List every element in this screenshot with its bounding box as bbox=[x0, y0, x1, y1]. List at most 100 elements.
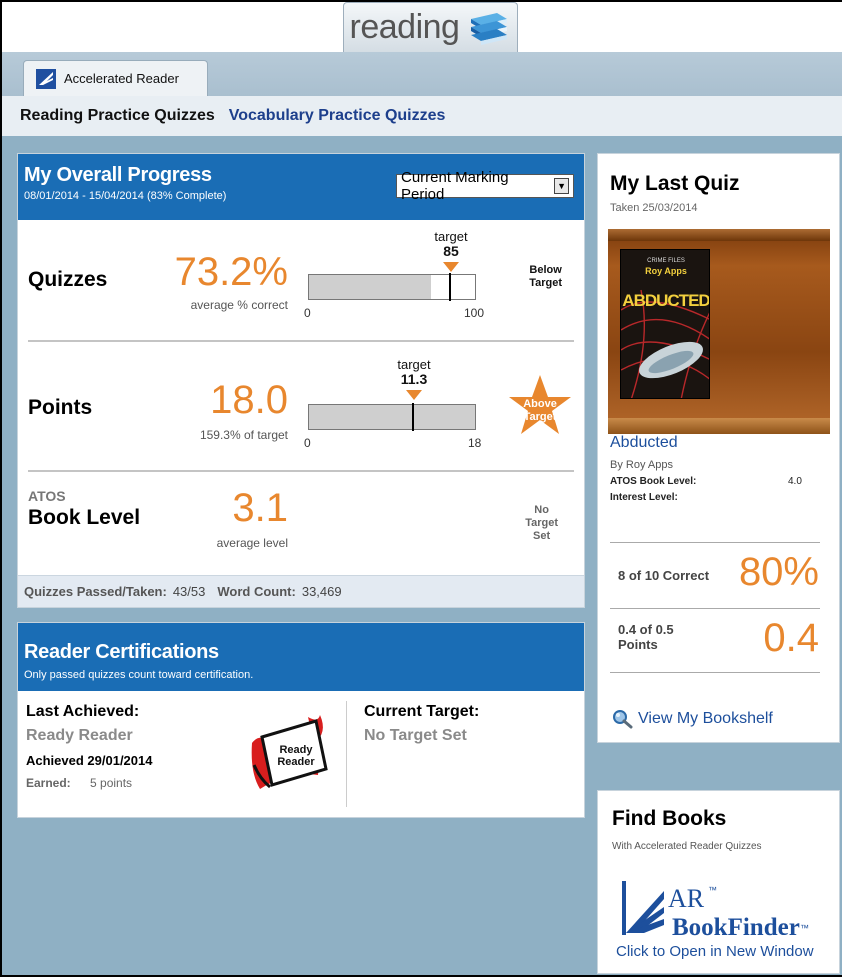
book-shelf: CRIME FILES Roy Apps ABDUCTED bbox=[608, 229, 830, 434]
cover-title: ABDUCTED bbox=[622, 291, 710, 310]
points-status: Above Target bbox=[510, 398, 570, 424]
book-level-status-line3: Set bbox=[533, 530, 551, 542]
book-level-row: ATOS Book Level 3.1 average level No Tar… bbox=[18, 474, 584, 574]
row-divider bbox=[28, 470, 574, 472]
book-level-status-line2: Target bbox=[525, 517, 558, 529]
marking-period-select[interactable]: Current Marking Period ▼ bbox=[396, 169, 574, 203]
points-earned-value: 0.4 bbox=[763, 616, 819, 660]
logo-ar-tm: ™ bbox=[708, 885, 717, 895]
last-achieved-level: Ready Reader bbox=[26, 727, 133, 744]
last-quiz-taken: Taken 25/03/2014 bbox=[610, 202, 698, 214]
cover-series: CRIME FILES bbox=[647, 258, 685, 264]
book-level-caption: average level bbox=[216, 536, 288, 550]
book-level-status: No Target Set bbox=[525, 504, 558, 543]
app-tab-strip: Accelerated Reader bbox=[2, 52, 842, 96]
quizzes-passed-label: Quizzes Passed/Taken: bbox=[24, 584, 167, 599]
certifications-divider bbox=[346, 701, 347, 807]
book-cover-art: CRIME FILES Roy Apps ABDUCTED bbox=[621, 250, 710, 398]
correct-label: 8 of 10 Correct bbox=[618, 568, 710, 583]
progress-footer: Quizzes Passed/Taken: 43/53 Word Count: … bbox=[18, 575, 584, 607]
marking-period-value: Current Marking Period bbox=[401, 169, 509, 203]
quizzes-status-line1: Below bbox=[529, 264, 562, 276]
last-achieved-block: Last Achieved: Ready Reader Achieved 29/… bbox=[26, 703, 152, 790]
bookfinder-logo-icon[interactable]: AR ™ BookFinder ™ bbox=[620, 871, 820, 941]
quizzes-target-word: target bbox=[434, 229, 468, 244]
correct-percent: 80% bbox=[738, 550, 819, 594]
points-axis-max: 18 bbox=[468, 436, 482, 450]
points-status-line1: Above bbox=[523, 398, 557, 410]
quizzes-caption: average % correct bbox=[190, 298, 288, 312]
earned-label: Earned: bbox=[26, 776, 71, 790]
nav-reading-practice-quizzes[interactable]: Reading Practice Quizzes bbox=[20, 107, 215, 125]
points-progress-fill bbox=[309, 405, 475, 429]
logo-bookfinder-tm: ™ bbox=[800, 923, 809, 933]
view-bookshelf-label: View My Bookshelf bbox=[638, 710, 773, 727]
points-target-label: target 11.3 bbox=[384, 357, 444, 387]
reader-certifications-panel: Reader Certifications Only passed quizze… bbox=[17, 622, 585, 818]
magnifier-icon bbox=[613, 710, 633, 729]
current-target-block: Current Target: No Target Set bbox=[364, 703, 479, 745]
shelf-top bbox=[608, 229, 830, 241]
tab-accelerated-reader-label: Accelerated Reader bbox=[64, 71, 179, 86]
last-quiz-book-title[interactable]: Abducted bbox=[610, 434, 678, 452]
last-quiz-author: By Roy Apps bbox=[610, 459, 673, 471]
quizzes-axis-max: 100 bbox=[464, 306, 485, 320]
reading-tab-label: reading bbox=[349, 8, 460, 46]
points-axis-min: 0 bbox=[304, 436, 311, 450]
certifications-header: Reader Certifications Only passed quizze… bbox=[18, 623, 584, 691]
points-target-word: target bbox=[397, 357, 431, 372]
find-books-panel: Find Books With Accelerated Reader Quizz… bbox=[597, 790, 840, 974]
points-target-value: 11.3 bbox=[400, 371, 428, 387]
points-progress-bar bbox=[308, 403, 476, 431]
certificate-badge-icon: Ready Reader bbox=[251, 715, 328, 789]
dropdown-arrow-icon[interactable]: ▼ bbox=[554, 178, 569, 194]
points-earned-label-line2: Points bbox=[618, 637, 658, 652]
quiz-type-nav: Reading Practice Quizzes Vocabulary Prac… bbox=[2, 96, 842, 136]
points-status-line2: Target bbox=[523, 411, 557, 423]
badge-text-reader: Reader bbox=[277, 756, 315, 768]
quizzes-target-tick bbox=[449, 273, 451, 301]
atos-label: ATOS bbox=[28, 488, 66, 504]
cover-author: Roy Apps bbox=[645, 266, 687, 276]
earned-row: Earned: 5 points bbox=[26, 776, 152, 790]
points-earned-label-line1: 0.4 of 0.5 bbox=[618, 622, 674, 637]
last-quiz-title: My Last Quiz bbox=[610, 172, 740, 195]
points-caption: 159.3% of target bbox=[199, 428, 288, 442]
atos-level-row: ATOS Book Level: 4.0 bbox=[610, 476, 802, 487]
book-cover[interactable]: CRIME FILES Roy Apps ABDUCTED bbox=[620, 249, 710, 399]
books-icon bbox=[471, 12, 508, 45]
tab-accelerated-reader[interactable]: Accelerated Reader bbox=[23, 60, 208, 96]
word-count-label: Word Count: bbox=[217, 584, 296, 599]
quizzes-progress-bar bbox=[308, 273, 476, 301]
nav-vocabulary-practice-quizzes[interactable]: Vocabulary Practice Quizzes bbox=[229, 107, 446, 125]
target-marker-icon bbox=[443, 262, 459, 272]
atos-level-label: ATOS Book Level: bbox=[610, 476, 697, 487]
last-quiz-panel: My Last Quiz Taken 25/03/2014 CRIME FILE… bbox=[597, 153, 840, 743]
view-bookshelf-link[interactable]: View My Bookshelf bbox=[612, 709, 773, 729]
row-divider bbox=[28, 340, 574, 342]
last-quiz-divider bbox=[610, 542, 820, 543]
current-target-label: Current Target: bbox=[364, 703, 480, 720]
overall-progress-panel: My Overall Progress 08/01/2014 - 15/04/2… bbox=[17, 153, 585, 608]
achieved-date: Achieved 29/01/2014 bbox=[26, 753, 153, 768]
atos-level-value: 4.0 bbox=[788, 476, 802, 487]
quizzes-status: Below Target bbox=[529, 264, 562, 290]
find-books-subtitle: With Accelerated Reader Quizzes bbox=[612, 841, 762, 852]
earned-value: 5 points bbox=[90, 776, 133, 790]
interest-level-label: Interest Level: bbox=[610, 492, 678, 503]
current-target-value: No Target Set bbox=[364, 727, 467, 744]
quizzes-progress-fill bbox=[309, 275, 431, 299]
bookfinder-open-link[interactable]: Click to Open in New Window bbox=[616, 943, 814, 960]
points-value: 18.0 bbox=[210, 378, 288, 422]
points-label: Points bbox=[28, 396, 93, 419]
certifications-subtitle: Only passed quizzes count toward certifi… bbox=[24, 669, 254, 681]
points-earned-label: 0.4 of 0.5 Points bbox=[618, 622, 674, 652]
last-achieved-label: Last Achieved: bbox=[26, 703, 140, 720]
reading-tab[interactable]: reading bbox=[343, 2, 518, 52]
logo-ar-text: AR bbox=[668, 884, 705, 913]
last-quiz-divider bbox=[610, 608, 820, 609]
points-target-tick bbox=[412, 403, 414, 431]
book-level-value: 3.1 bbox=[232, 486, 288, 530]
last-quiz-divider bbox=[610, 672, 820, 673]
logo-bookfinder-text: BookFinder bbox=[672, 914, 800, 941]
